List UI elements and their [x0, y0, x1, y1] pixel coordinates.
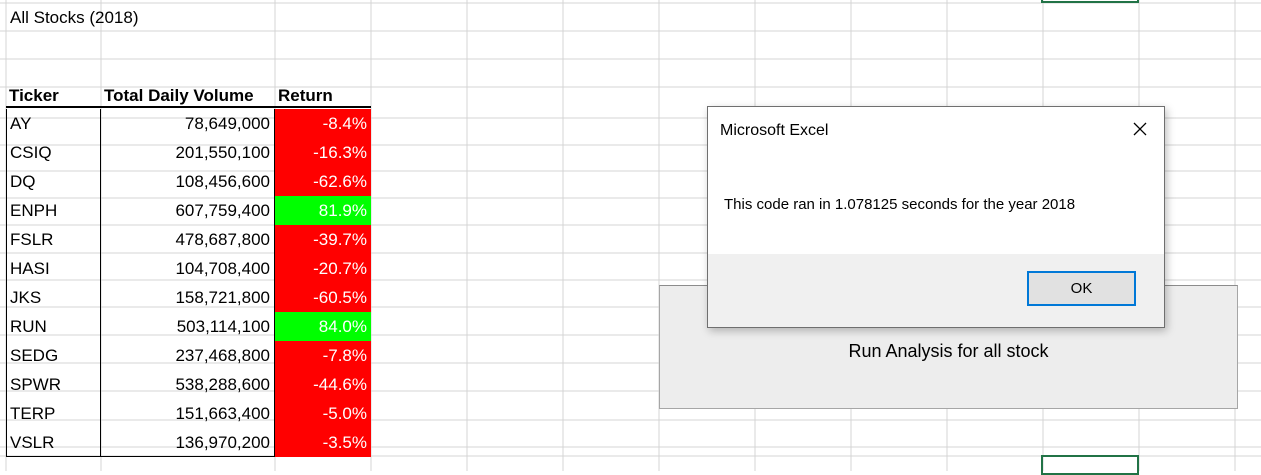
- return-cell[interactable]: -44.6%: [275, 370, 371, 399]
- ticker-cell[interactable]: ENPH: [6, 196, 101, 225]
- ticker-cell[interactable]: FSLR: [6, 225, 101, 254]
- volume-cell[interactable]: 237,468,800: [101, 341, 275, 370]
- volume-cell[interactable]: 607,759,400: [101, 196, 275, 225]
- dialog-message: This code ran in 1.078125 seconds for th…: [724, 196, 1076, 213]
- ticker-cell[interactable]: AY: [6, 109, 101, 138]
- volume-cell[interactable]: 151,663,400: [101, 399, 275, 428]
- return-cell[interactable]: -7.8%: [275, 341, 371, 370]
- header-total-daily-volume[interactable]: Total Daily Volume: [101, 85, 275, 108]
- ticker-cell[interactable]: JKS: [6, 283, 101, 312]
- volume-cell[interactable]: 158,721,800: [101, 283, 275, 312]
- volume-cell[interactable]: 503,114,100: [101, 312, 275, 341]
- return-cell[interactable]: 84.0%: [275, 312, 371, 341]
- sheet-title[interactable]: All Stocks (2018): [10, 8, 139, 28]
- close-icon[interactable]: [1130, 119, 1150, 139]
- volume-cell[interactable]: 108,456,600: [101, 167, 275, 196]
- ticker-cell[interactable]: SEDG: [6, 341, 101, 370]
- ticker-cell[interactable]: RUN: [6, 312, 101, 341]
- return-cell[interactable]: -60.5%: [275, 283, 371, 312]
- volume-cell[interactable]: 478,687,800: [101, 225, 275, 254]
- header-return[interactable]: Return: [275, 85, 371, 108]
- volume-cell[interactable]: 201,550,100: [101, 138, 275, 167]
- volume-cell[interactable]: 78,649,000: [101, 109, 275, 138]
- return-cell[interactable]: -39.7%: [275, 225, 371, 254]
- selected-cell-top: [1041, 0, 1139, 3]
- ticker-cell[interactable]: DQ: [6, 167, 101, 196]
- return-cell[interactable]: 81.9%: [275, 196, 371, 225]
- volume-cell[interactable]: 538,288,600: [101, 370, 275, 399]
- return-cell[interactable]: -8.4%: [275, 109, 371, 138]
- ok-button[interactable]: OK: [1027, 271, 1136, 306]
- selected-cell-bottom: [1041, 455, 1139, 475]
- return-cell[interactable]: -16.3%: [275, 138, 371, 167]
- dialog-title: Microsoft Excel: [720, 122, 829, 139]
- volume-cell[interactable]: 104,708,400: [101, 254, 275, 283]
- return-cell[interactable]: -20.7%: [275, 254, 371, 283]
- ticker-cell[interactable]: SPWR: [6, 370, 101, 399]
- volume-cell[interactable]: 136,970,200: [101, 428, 275, 457]
- return-cell[interactable]: -62.6%: [275, 167, 371, 196]
- dialog-footer: OK: [708, 254, 1164, 327]
- header-ticker[interactable]: Ticker: [6, 85, 103, 108]
- return-cell[interactable]: -5.0%: [275, 399, 371, 428]
- run-analysis-label: Run Analysis for all stock: [848, 341, 1049, 361]
- ticker-cell[interactable]: HASI: [6, 254, 101, 283]
- ticker-cell[interactable]: VSLR: [6, 428, 101, 457]
- message-box-dialog: Microsoft Excel This code ran in 1.07812…: [707, 106, 1165, 328]
- ticker-cell[interactable]: CSIQ: [6, 138, 101, 167]
- return-cell[interactable]: -3.5%: [275, 428, 371, 457]
- ticker-cell[interactable]: TERP: [6, 399, 101, 428]
